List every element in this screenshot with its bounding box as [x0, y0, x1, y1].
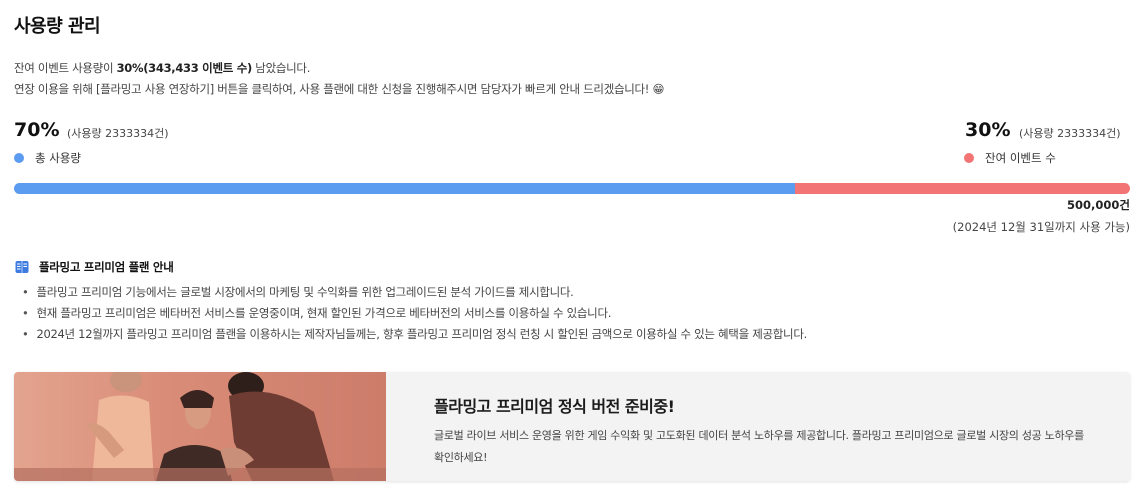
legend-remaining: 잔여 이벤트 수 [964, 150, 1056, 166]
banner-title: 플라밍고 프리미엄 정식 버전 준비중! [434, 397, 675, 416]
total-events: 500,000건 [1067, 198, 1130, 212]
list-item: 플라밍고 프리미엄 기능에서는 글로벌 시장에서의 마케팅 및 수익화를 위한 … [22, 282, 807, 303]
remaining-percent: 30% [965, 119, 1011, 141]
legend-used: 총 사용량 [14, 150, 81, 166]
description-prefix: 잔여 이벤트 사용량이 [14, 61, 117, 75]
progress-used-segment [14, 183, 796, 194]
legend-used-dot [14, 153, 24, 163]
legend-remaining-dot [964, 153, 974, 163]
usage-deadline: (2024년 12월 31일까지 사용 가능) [952, 220, 1130, 234]
banner-photo [14, 372, 386, 481]
progress-remaining-segment [795, 183, 1130, 194]
premium-banner[interactable]: 플라밍고 프리미엄 정식 버전 준비중! 글로벌 라이브 서비스 운영을 위한 … [14, 372, 1130, 481]
usage-progress-bar [14, 183, 1130, 194]
guide-heading: 플라밍고 프리미엄 플랜 안내 [15, 259, 174, 275]
guide-list: 플라밍고 프리미엄 기능에서는 글로벌 시장에서의 마케팅 및 수익화를 위한 … [22, 282, 807, 345]
remaining-detail: (사용량 2333334건) [1019, 127, 1121, 140]
guide-title: 플라밍고 프리미엄 플랜 안내 [39, 260, 174, 274]
banner-text: 글로벌 라이브 서비스 운영을 위한 게임 수익화 및 고도화된 데이터 분석 … [434, 429, 1084, 464]
description-line-1: 잔여 이벤트 사용량이 30%(343,433 이벤트 수) 남았습니다. [14, 60, 310, 76]
list-item: 2024년 12월까지 플라밍고 프리미엄 플랜을 이용하시는 제작자님들께는,… [22, 324, 807, 345]
used-percent: 70% [14, 119, 60, 141]
book-icon [15, 260, 29, 274]
list-item: 현재 플라밍고 프리미엄은 베타버전 서비스를 운영중이며, 현재 할인된 가격… [22, 303, 807, 324]
legend-remaining-label: 잔여 이벤트 수 [985, 151, 1056, 165]
page-title: 사용량 관리 [14, 16, 101, 37]
remaining-usage-highlight: 30%(343,433 이벤트 수) [116, 61, 253, 75]
used-detail: (사용량 2333334건) [67, 127, 169, 140]
description-suffix: 남았습니다. [251, 61, 311, 75]
legend-used-label: 총 사용량 [35, 151, 81, 165]
description-line-2: 연장 이용을 위해 [플라밍고 사용 연장하기] 버튼을 클릭하여, 사용 플랜… [14, 82, 665, 96]
